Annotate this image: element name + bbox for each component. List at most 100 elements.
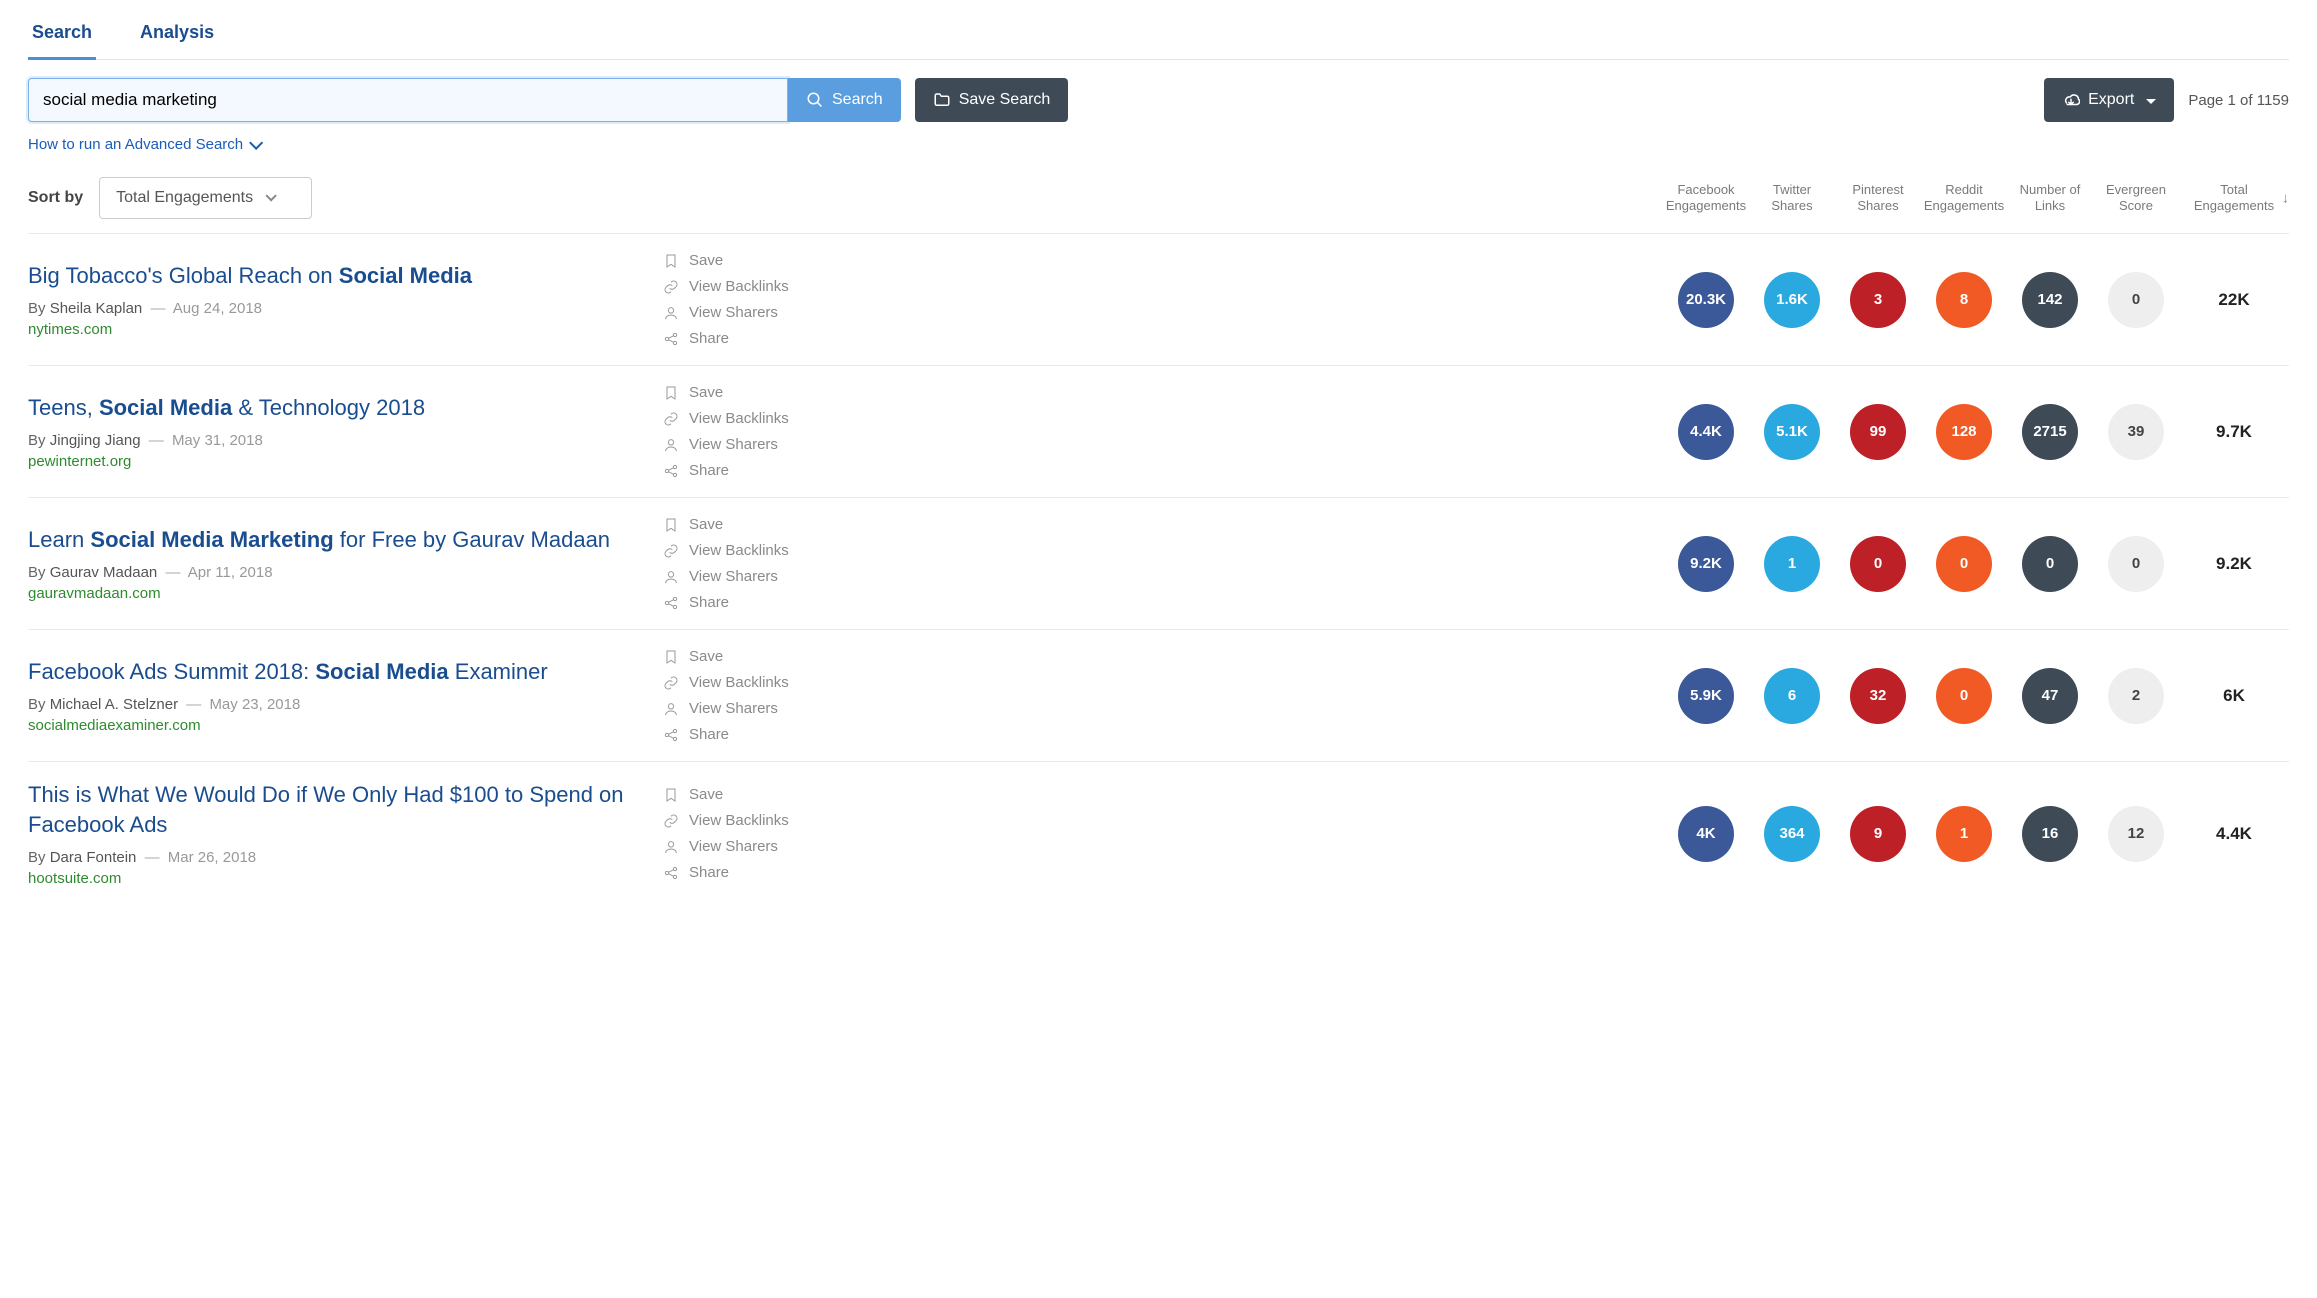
action-share[interactable]: Share bbox=[663, 864, 823, 881]
pinterest-bubble[interactable]: 3 bbox=[1850, 272, 1906, 328]
action-save[interactable]: Save bbox=[663, 252, 823, 269]
save-search-button[interactable]: Save Search bbox=[915, 78, 1069, 122]
result-date: Mar 26, 2018 bbox=[168, 849, 256, 866]
advanced-search-label: How to run an Advanced Search bbox=[28, 136, 243, 153]
evergreen-bubble[interactable]: 12 bbox=[2108, 806, 2164, 862]
links-bubble[interactable]: 16 bbox=[2022, 806, 2078, 862]
col-reddit[interactable]: Reddit Engagements bbox=[1921, 182, 2007, 215]
twitter-bubble[interactable]: 1 bbox=[1764, 536, 1820, 592]
export-button[interactable]: Export bbox=[2044, 78, 2174, 122]
tab-analysis[interactable]: Analysis bbox=[136, 14, 218, 60]
link-icon bbox=[663, 279, 679, 295]
result-domain[interactable]: hootsuite.com bbox=[28, 870, 643, 887]
pinterest-bubble[interactable]: 9 bbox=[1850, 806, 1906, 862]
action-view-sharers[interactable]: View Sharers bbox=[663, 304, 823, 321]
twitter-bubble[interactable]: 5.1K bbox=[1764, 404, 1820, 460]
action-view-backlinks[interactable]: View Backlinks bbox=[663, 410, 823, 427]
metric-links: 2715 bbox=[2007, 404, 2093, 460]
action-view-sharers[interactable]: View Sharers bbox=[663, 436, 823, 453]
result-title[interactable]: Learn Social Media Marketing for Free by… bbox=[28, 525, 643, 555]
tab-search[interactable]: Search bbox=[28, 14, 96, 60]
pinterest-bubble[interactable]: 32 bbox=[1850, 668, 1906, 724]
facebook-bubble[interactable]: 5.9K bbox=[1678, 668, 1734, 724]
twitter-bubble[interactable]: 364 bbox=[1764, 806, 1820, 862]
facebook-bubble[interactable]: 4.4K bbox=[1678, 404, 1734, 460]
links-bubble[interactable]: 0 bbox=[2022, 536, 2078, 592]
advanced-search-link[interactable]: How to run an Advanced Search bbox=[28, 130, 259, 171]
search-button[interactable]: Search bbox=[788, 78, 901, 122]
metric-total: 9.7K bbox=[2179, 422, 2289, 442]
action-view-sharers[interactable]: View Sharers bbox=[663, 838, 823, 855]
reddit-bubble[interactable]: 128 bbox=[1936, 404, 1992, 460]
title-bold: Social Media bbox=[339, 263, 472, 288]
links-bubble[interactable]: 47 bbox=[2022, 668, 2078, 724]
evergreen-bubble[interactable]: 2 bbox=[2108, 668, 2164, 724]
col-facebook[interactable]: Facebook Engagements bbox=[1663, 182, 1749, 215]
action-save-label: Save bbox=[689, 648, 723, 665]
facebook-bubble[interactable]: 9.2K bbox=[1678, 536, 1734, 592]
action-save[interactable]: Save bbox=[663, 786, 823, 803]
title-bold: Social Media bbox=[315, 659, 448, 684]
links-bubble[interactable]: 2715 bbox=[2022, 404, 2078, 460]
twitter-bubble[interactable]: 6 bbox=[1764, 668, 1820, 724]
folder-icon bbox=[933, 91, 951, 109]
result-domain[interactable]: nytimes.com bbox=[28, 321, 643, 338]
action-view-backlinks[interactable]: View Backlinks bbox=[663, 542, 823, 559]
twitter-bubble[interactable]: 1.6K bbox=[1764, 272, 1820, 328]
action-view-backlinks[interactable]: View Backlinks bbox=[663, 674, 823, 691]
bookmark-icon bbox=[663, 517, 679, 533]
metric-twitter: 364 bbox=[1749, 806, 1835, 862]
evergreen-bubble[interactable]: 39 bbox=[2108, 404, 2164, 460]
result-title[interactable]: This is What We Would Do if We Only Had … bbox=[28, 780, 643, 839]
action-view-sharers[interactable]: View Sharers bbox=[663, 568, 823, 585]
action-share[interactable]: Share bbox=[663, 330, 823, 347]
reddit-bubble[interactable]: 1 bbox=[1936, 806, 1992, 862]
evergreen-bubble[interactable]: 0 bbox=[2108, 272, 2164, 328]
action-view-sharers[interactable]: View Sharers bbox=[663, 700, 823, 717]
links-bubble[interactable]: 142 bbox=[2022, 272, 2078, 328]
action-save-label: Save bbox=[689, 252, 723, 269]
action-save[interactable]: Save bbox=[663, 648, 823, 665]
metric-pinterest: 9 bbox=[1835, 806, 1921, 862]
facebook-bubble[interactable]: 4K bbox=[1678, 806, 1734, 862]
pinterest-bubble[interactable]: 0 bbox=[1850, 536, 1906, 592]
pinterest-bubble[interactable]: 99 bbox=[1850, 404, 1906, 460]
action-save[interactable]: Save bbox=[663, 516, 823, 533]
action-share[interactable]: Share bbox=[663, 726, 823, 743]
cloud-download-icon bbox=[2062, 91, 2080, 109]
action-save-label: Save bbox=[689, 786, 723, 803]
col-pinterest[interactable]: Pinterest Shares bbox=[1835, 182, 1921, 215]
action-backlinks-label: View Backlinks bbox=[689, 410, 789, 427]
evergreen-bubble[interactable]: 0 bbox=[2108, 536, 2164, 592]
result-title[interactable]: Teens, Social Media & Technology 2018 bbox=[28, 393, 643, 423]
result-row: This is What We Would Do if We Only Had … bbox=[28, 761, 2289, 905]
result-row: Teens, Social Media & Technology 2018 By… bbox=[28, 365, 2289, 497]
col-total[interactable]: Total Engagements ↓ bbox=[2179, 182, 2289, 215]
reddit-bubble[interactable]: 0 bbox=[1936, 668, 1992, 724]
col-twitter[interactable]: Twitter Shares bbox=[1749, 182, 1835, 215]
result-title[interactable]: Facebook Ads Summit 2018: Social Media E… bbox=[28, 657, 643, 687]
action-view-backlinks[interactable]: View Backlinks bbox=[663, 278, 823, 295]
reddit-bubble[interactable]: 0 bbox=[1936, 536, 1992, 592]
reddit-bubble[interactable]: 8 bbox=[1936, 272, 1992, 328]
result-domain[interactable]: pewinternet.org bbox=[28, 453, 643, 470]
sort-select[interactable]: Total Engagements bbox=[99, 177, 312, 219]
action-view-backlinks[interactable]: View Backlinks bbox=[663, 812, 823, 829]
result-title[interactable]: Big Tobacco's Global Reach on Social Med… bbox=[28, 261, 643, 291]
action-share[interactable]: Share bbox=[663, 462, 823, 479]
metric-twitter: 1.6K bbox=[1749, 272, 1835, 328]
action-save[interactable]: Save bbox=[663, 384, 823, 401]
result-metrics: 5.9K 6 32 0 47 2 6K bbox=[1663, 668, 2289, 724]
byline-prefix: By bbox=[28, 300, 50, 317]
result-actions: Save View Backlinks View Sharers Share bbox=[663, 786, 823, 881]
tabs: Search Analysis bbox=[28, 0, 2289, 60]
result-row: Learn Social Media Marketing for Free by… bbox=[28, 497, 2289, 629]
col-evergreen[interactable]: Evergreen Score bbox=[2093, 182, 2179, 215]
col-links[interactable]: Number of Links bbox=[2007, 182, 2093, 215]
metric-facebook: 9.2K bbox=[1663, 536, 1749, 592]
result-domain[interactable]: gauravmadaan.com bbox=[28, 585, 643, 602]
result-domain[interactable]: socialmediaexaminer.com bbox=[28, 717, 643, 734]
search-input[interactable] bbox=[28, 78, 788, 122]
action-share[interactable]: Share bbox=[663, 594, 823, 611]
facebook-bubble[interactable]: 20.3K bbox=[1678, 272, 1734, 328]
